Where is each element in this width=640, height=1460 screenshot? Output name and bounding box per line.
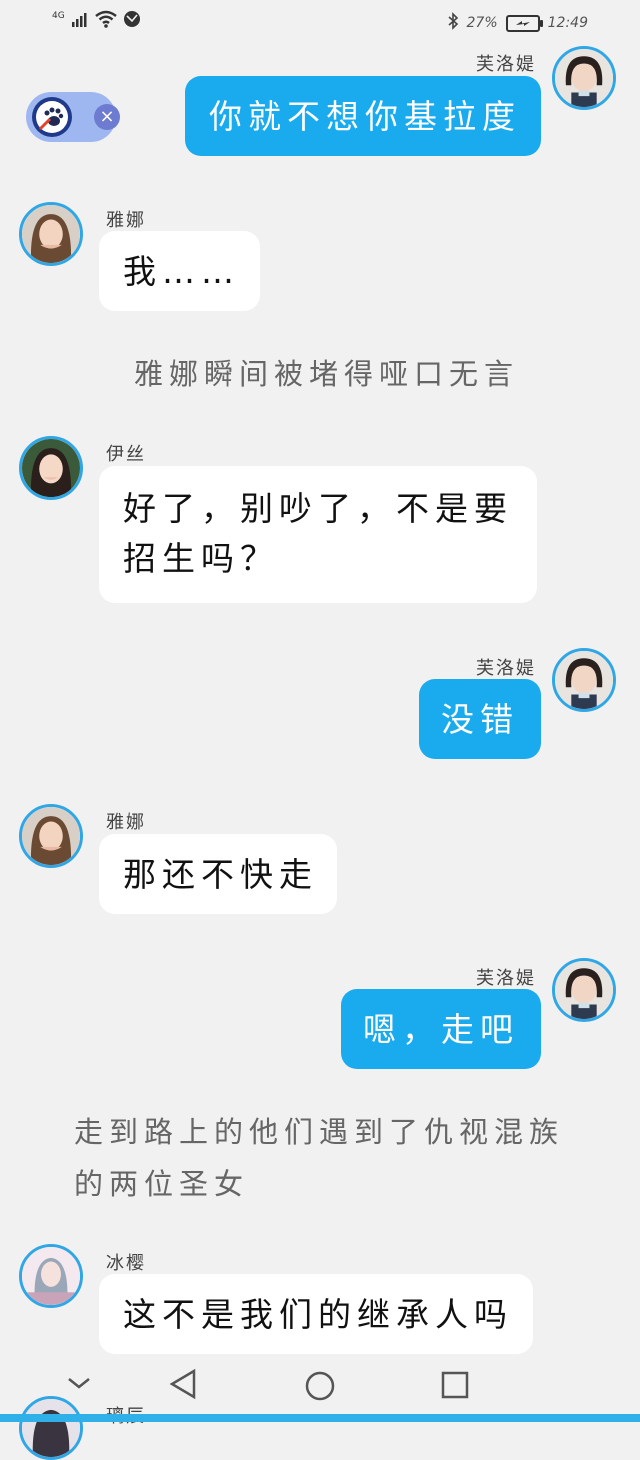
battery-percent: 27% [466, 15, 498, 31]
clock: 12:49 [547, 15, 588, 31]
avatar[interactable] [552, 648, 616, 712]
chevron-down-icon[interactable] [66, 1374, 92, 1396]
sender-name: 伊丝 [106, 444, 146, 465]
avatar[interactable] [19, 202, 83, 266]
message-bubble-me[interactable]: 没错 [419, 679, 541, 759]
close-icon[interactable]: × [94, 104, 120, 130]
message-bubble-me[interactable]: 你就不想你基拉度 [185, 76, 541, 156]
message-bubble-me[interactable]: 嗯，走吧 [341, 989, 541, 1069]
avatar[interactable] [552, 46, 616, 110]
paw-icon[interactable] [32, 97, 72, 137]
narration-line: 走到路上的他们遇到了仇视混族 [74, 1115, 565, 1149]
narration-line: 的两位圣女 [74, 1167, 250, 1201]
network-type: 4G [52, 10, 65, 21]
status-bar: 4G 27% 12:49 [0, 0, 640, 44]
back-triangle-icon[interactable] [168, 1368, 198, 1404]
floating-assistant-widget[interactable]: × [26, 92, 120, 142]
message-bubble-other[interactable]: 我…… [99, 231, 260, 311]
sender-name: 芙洛媞 [476, 968, 536, 989]
avatar[interactable] [19, 804, 83, 868]
home-circle-icon[interactable] [304, 1370, 336, 1406]
bluetooth-icon [447, 12, 459, 34]
system-navigation-bar [0, 1360, 640, 1422]
message-bubble-other[interactable]: 那还不快走 [99, 834, 337, 914]
avatar[interactable] [19, 1244, 83, 1308]
narration-text: 雅娜瞬间被堵得哑口无言 [134, 357, 520, 391]
avatar[interactable] [552, 958, 616, 1022]
sender-name: 芙洛媞 [476, 54, 536, 75]
sender-name: 雅娜 [106, 210, 146, 231]
avatar[interactable] [19, 436, 83, 500]
message-line: 招生吗？ [123, 539, 279, 578]
vpn-globe-icon [123, 10, 141, 31]
bottom-accent-strip [0, 1414, 640, 1422]
sender-name: 冰樱 [106, 1253, 146, 1274]
signal-icon [71, 11, 89, 30]
message-line: 好了，别吵了，不是要 [123, 489, 513, 528]
message-bubble-other[interactable]: 这不是我们的继承人吗 [99, 1274, 533, 1354]
narration-text: 走到路上的他们遇到了仇视混族 的两位圣女 [74, 1106, 564, 1210]
message-bubble-other[interactable]: 好了，别吵了，不是要 招生吗？ [99, 466, 537, 603]
sender-name: 雅娜 [106, 812, 146, 833]
battery-icon [505, 14, 543, 32]
recent-square-icon[interactable] [441, 1371, 469, 1403]
wifi-icon [94, 10, 117, 31]
sender-name: 芙洛媞 [476, 658, 536, 679]
